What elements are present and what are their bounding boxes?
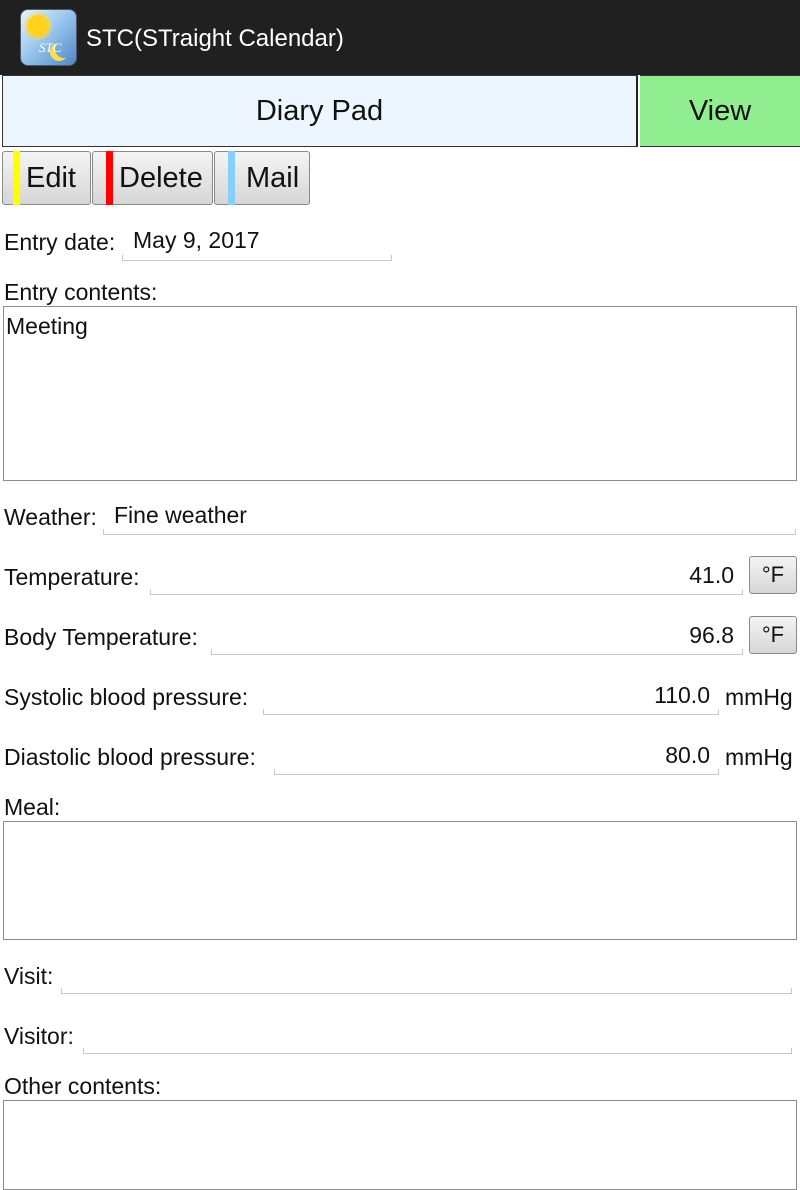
- body-temperature-unit-button[interactable]: °F: [749, 616, 797, 654]
- app-title: STC(STraight Calendar): [86, 25, 344, 52]
- systolic-unit: mmHg: [725, 684, 793, 710]
- body-temperature-underline: [211, 649, 743, 655]
- mail-color-stripe: [228, 151, 235, 205]
- temperature-field[interactable]: 41.0: [150, 560, 734, 590]
- temperature-label: Temperature:: [4, 564, 140, 590]
- other-contents-text: [4, 1101, 796, 1105]
- entry-date-underline: [122, 255, 392, 261]
- delete-button-label: Delete: [119, 161, 203, 194]
- app-logo-icon: STC: [20, 9, 77, 66]
- mail-button-label: Mail: [246, 161, 300, 194]
- tab-view[interactable]: View: [640, 75, 800, 147]
- visit-label: Visit:: [4, 963, 54, 989]
- diastolic-field[interactable]: 80.0: [274, 740, 710, 770]
- weather-label: Weather:: [4, 504, 97, 530]
- diastolic-label: Diastolic blood pressure:: [4, 744, 256, 770]
- delete-button[interactable]: Delete: [92, 151, 213, 205]
- meal-textarea[interactable]: [3, 821, 797, 940]
- other-contents-label: Other contents:: [4, 1073, 162, 1099]
- meal-label: Meal:: [4, 794, 61, 820]
- diastolic-unit: mmHg: [725, 744, 793, 770]
- body-temperature-field[interactable]: 96.8: [211, 620, 734, 650]
- entry-date-field[interactable]: May 9, 2017: [133, 225, 260, 255]
- visit-underline: [61, 988, 792, 994]
- systolic-field[interactable]: 110.0: [263, 680, 710, 710]
- other-contents-textarea[interactable]: [3, 1100, 797, 1190]
- body-temperature-label: Body Temperature:: [4, 624, 198, 650]
- visitor-underline: [83, 1048, 792, 1054]
- edit-button[interactable]: Edit: [2, 151, 91, 205]
- temperature-underline: [150, 589, 743, 595]
- systolic-label: Systolic blood pressure:: [4, 684, 249, 710]
- entry-date-label: Entry date:: [4, 229, 116, 255]
- temperature-unit-button[interactable]: °F: [749, 556, 797, 594]
- entry-contents-label: Entry contents:: [4, 279, 158, 305]
- entry-contents-textarea[interactable]: Meeting: [3, 306, 797, 481]
- systolic-underline: [263, 709, 719, 715]
- entry-contents-text: Meeting: [6, 313, 88, 339]
- edit-color-stripe: [13, 151, 20, 205]
- tab-diary-pad[interactable]: Diary Pad: [2, 75, 638, 147]
- mail-button[interactable]: Mail: [214, 151, 310, 205]
- weather-underline: [103, 529, 796, 535]
- delete-color-stripe: [106, 151, 113, 205]
- diastolic-underline: [274, 769, 719, 775]
- visitor-label: Visitor:: [4, 1023, 74, 1049]
- meal-text: [4, 822, 796, 826]
- weather-field[interactable]: Fine weather: [114, 500, 247, 530]
- edit-button-label: Edit: [26, 161, 76, 194]
